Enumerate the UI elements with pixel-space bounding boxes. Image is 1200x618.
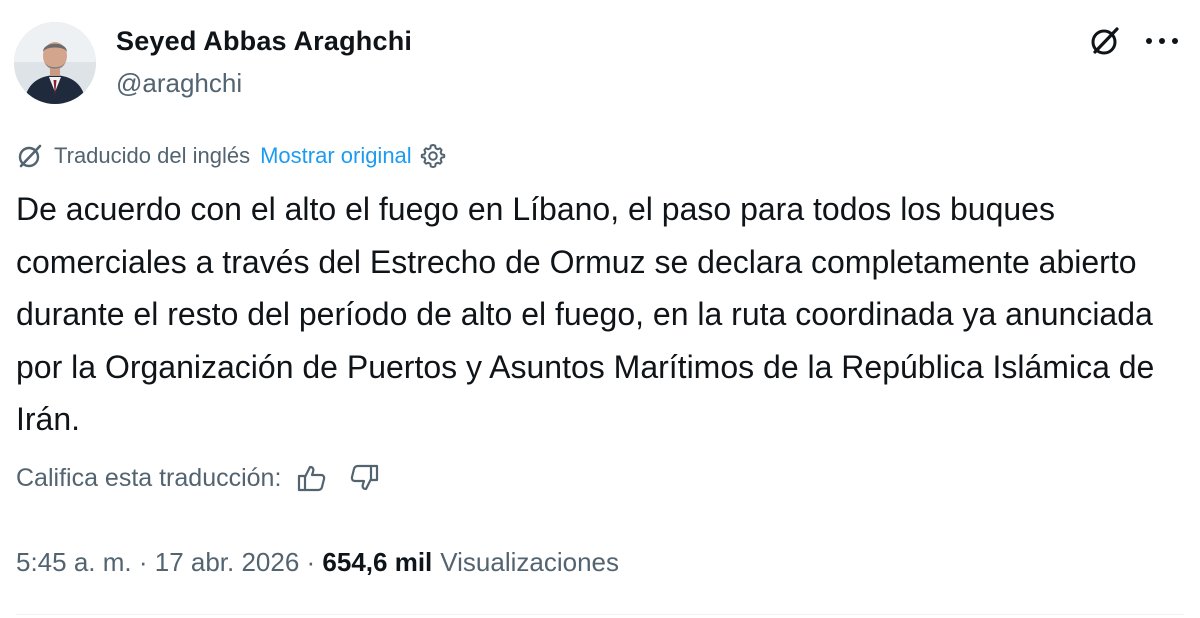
show-original-link[interactable]: Mostrar original (260, 143, 412, 169)
thumbs-up-icon[interactable] (297, 464, 327, 492)
translation-bar: Traducido del inglés Mostrar original (16, 140, 446, 172)
meta-separator: · (131, 546, 155, 577)
grok-slash-icon (1091, 27, 1119, 55)
tweet-time[interactable]: 5:45 a. m. (16, 547, 132, 578)
more-horizontal-icon (1146, 38, 1178, 44)
rate-translation-label: Califica esta traducción: (16, 463, 282, 492)
tweet-meta: 5:45 a. m. · 17 abr. 2026 · 654,6 mil Vi… (16, 543, 619, 581)
grok-translate-icon (18, 144, 42, 168)
tweet-text: De acuerdo con el alto el fuego en Líban… (16, 191, 1155, 437)
author-name[interactable]: Seyed Abbas Araghchi (116, 26, 412, 57)
divider (16, 614, 1184, 615)
author-handle[interactable]: @araghchi (116, 68, 242, 99)
meta-separator: · (299, 546, 323, 577)
grok-button[interactable] (1088, 24, 1122, 58)
views-count: 654,6 mil (322, 546, 433, 577)
gear-icon[interactable] (420, 143, 446, 169)
avatar[interactable] (14, 22, 96, 104)
views-label: Visualizaciones (440, 546, 620, 577)
translated-from-label: Traducido del inglés (54, 143, 251, 168)
more-options-button[interactable] (1142, 24, 1182, 58)
rate-translation-row: Califica esta traducción: (16, 458, 379, 498)
thumbs-down-icon[interactable] (349, 464, 379, 492)
tweet-date[interactable]: 17 abr. 2026 (155, 547, 300, 578)
avatar-image (14, 22, 96, 104)
